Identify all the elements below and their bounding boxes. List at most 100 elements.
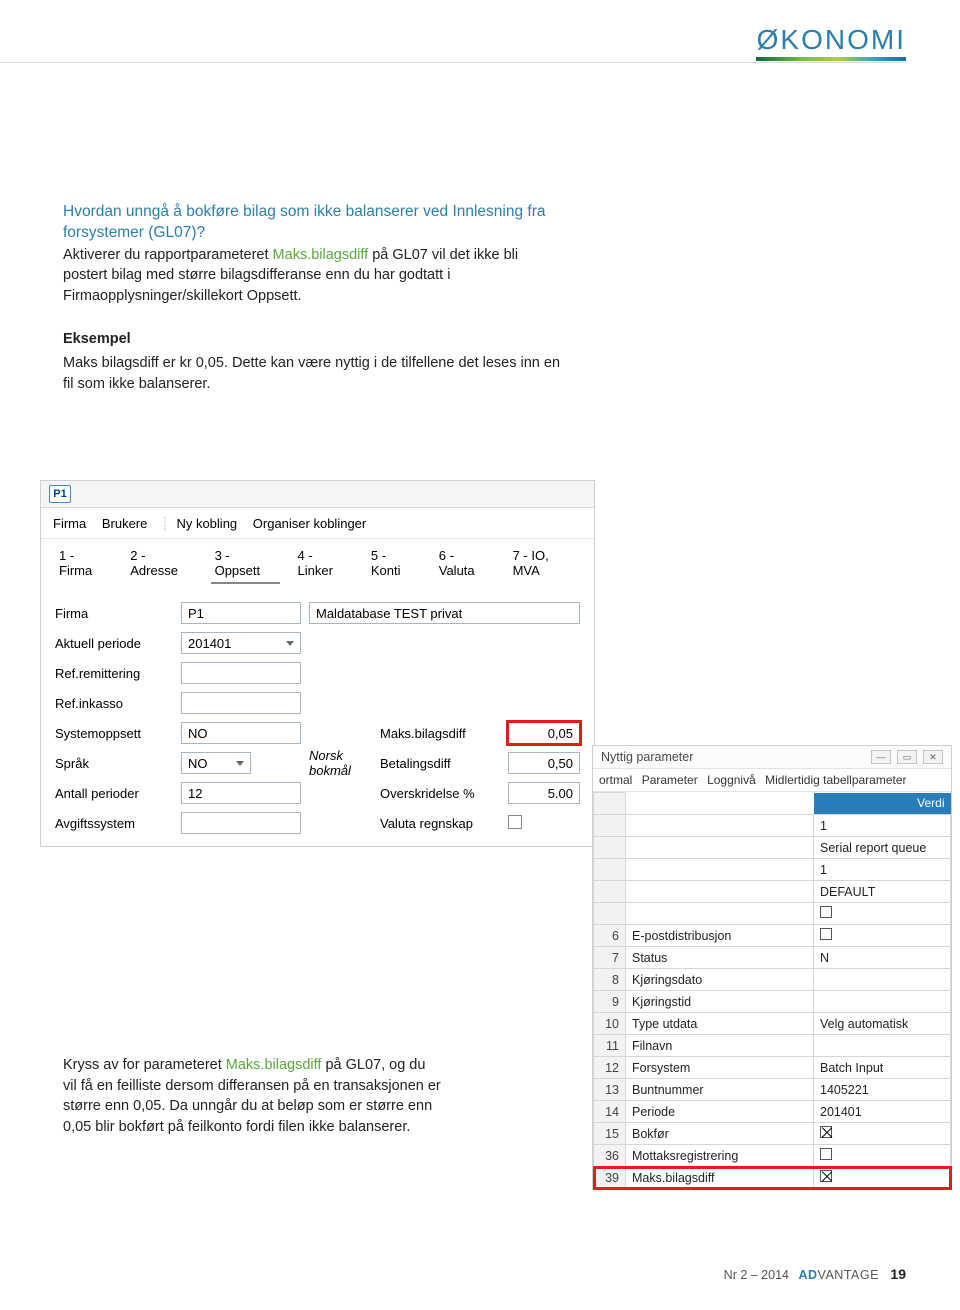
input-ref-remittering[interactable] (181, 662, 301, 684)
input-overskridelse[interactable]: 5.00 (508, 782, 580, 804)
param-value-cell[interactable] (814, 1145, 951, 1167)
tab-parameter[interactable]: Parameter (642, 773, 698, 787)
label-systemoppsett: Systemoppsett (55, 726, 173, 741)
accent-bar (756, 57, 906, 61)
param-value-cell[interactable] (814, 1035, 951, 1057)
paragraph: Aktiverer du rapportparameteret Maks.bil… (63, 245, 563, 307)
tab-midlertidig[interactable]: Midlertidig tabellparameter (765, 773, 906, 787)
param-value-cell[interactable]: Serial report queue (814, 837, 951, 859)
checkbox-valuta-regnskap[interactable] (508, 815, 522, 829)
param-value-cell[interactable]: Velg automatisk (814, 1013, 951, 1035)
label-avgiftssystem: Avgiftssystem (55, 816, 173, 831)
param-value-cell[interactable] (814, 903, 951, 925)
article-body-top: Hvordan unngå å bokføre bilag som ikke b… (63, 202, 563, 398)
param-value-cell[interactable] (814, 1167, 951, 1189)
row-number: 10 (594, 1013, 626, 1035)
input-avgiftssystem[interactable] (181, 812, 301, 834)
tab-oppsett[interactable]: 3 - Oppsett (211, 545, 280, 584)
input-firma-name[interactable]: Maldatabase TEST privat (309, 602, 580, 624)
section-header: ØKONOMI (757, 24, 906, 56)
checkbox[interactable] (820, 906, 832, 918)
param-value-cell[interactable]: 1 (814, 859, 951, 881)
p1-icon: P1 (49, 485, 71, 503)
tab-ortmal[interactable]: ortmal (599, 773, 632, 787)
input-maks-bilagsdiff[interactable]: 0,05 (508, 722, 580, 744)
menu-ny-kobling[interactable]: Ny kobling (176, 516, 237, 531)
label-aktuell-periode: Aktuell periode (55, 636, 173, 651)
row-number: 14 (594, 1101, 626, 1123)
param-value-cell[interactable] (814, 1123, 951, 1145)
row-number (594, 837, 626, 859)
param-value-cell[interactable]: 201401 (814, 1101, 951, 1123)
menu-organiser[interactable]: Organiser koblinger (253, 516, 366, 531)
tab-io-mva[interactable]: 7 - IO, MVA (509, 545, 580, 584)
param-name-cell: Buntnummer (626, 1079, 814, 1101)
tab-adresse[interactable]: 2 - Adresse (126, 545, 196, 584)
titlebar: P1 (41, 481, 594, 508)
param-value-cell[interactable]: 1405221 (814, 1079, 951, 1101)
divider (0, 62, 906, 63)
label-overskridelse: Overskridelse % (380, 786, 500, 801)
row-number: 11 (594, 1035, 626, 1057)
param-value-cell[interactable]: N (814, 947, 951, 969)
row-number: 15 (594, 1123, 626, 1145)
maximize-icon[interactable]: ▭ (897, 750, 917, 764)
tab-firma[interactable]: 1 - Firma (55, 545, 112, 584)
label-ref-remittering: Ref.remittering (55, 666, 173, 681)
titlebar: Nyttig parameter — ▭ ✕ (593, 746, 951, 769)
example-heading: Eksempel (63, 329, 563, 350)
page-footer: Nr 2 – 2014 ADVANTAGE 19 (724, 1266, 906, 1282)
param-name-cell: Filnavn (626, 1035, 814, 1057)
minimize-icon[interactable]: — (871, 750, 891, 764)
input-aktuell-periode[interactable]: 201401 (181, 632, 301, 654)
label-maks-bilagsdiff: Maks.bilagsdiff (380, 726, 500, 741)
param-name-cell: Type utdata (626, 1013, 814, 1035)
param-name: Maks.bilagsdiff (273, 247, 369, 263)
menu-firma[interactable]: Firma (53, 516, 86, 531)
form-body: Firma P1 Maldatabase TEST privat Aktuell… (41, 584, 594, 846)
param-name-cell: Bokfør (626, 1123, 814, 1145)
param-name-cell: E-postdistribusjon (626, 925, 814, 947)
param-value-cell[interactable] (814, 991, 951, 1013)
label-sprak: Språk (55, 756, 173, 771)
label-firma: Firma (55, 606, 173, 621)
input-ref-inkasso[interactable] (181, 692, 301, 714)
example-body: Maks bilagsdiff er kr 0,05. Dette kan væ… (63, 353, 563, 394)
tab-linker[interactable]: 4 - Linker (294, 545, 353, 584)
param-value-cell[interactable]: 1 (814, 815, 951, 837)
param-value-cell[interactable]: DEFAULT (814, 881, 951, 903)
param-value-cell[interactable] (814, 925, 951, 947)
checkbox[interactable] (820, 928, 832, 940)
checkbox[interactable] (820, 1170, 832, 1182)
input-sprak[interactable]: NO (181, 752, 251, 774)
param-name-cell (626, 837, 814, 859)
input-firma-code[interactable]: P1 (181, 602, 301, 624)
param-name-cell (626, 815, 814, 837)
app-window-parameter: Nyttig parameter — ▭ ✕ ortmal Parameter … (592, 745, 952, 1190)
param-name-cell (626, 903, 814, 925)
row-number: 6 (594, 925, 626, 947)
input-systemoppsett[interactable]: NO (181, 722, 301, 744)
param-name-cell: Forsystem (626, 1057, 814, 1079)
input-antall-perioder[interactable]: 12 (181, 782, 301, 804)
row-number: 8 (594, 969, 626, 991)
param-value-cell[interactable] (814, 969, 951, 991)
tab-konti[interactable]: 5 - Konti (367, 545, 421, 584)
input-betalingsdiff[interactable]: 0,50 (508, 752, 580, 774)
row-number: 36 (594, 1145, 626, 1167)
param-name-cell: Periode (626, 1101, 814, 1123)
param-value-cell[interactable]: Batch Input (814, 1057, 951, 1079)
close-icon[interactable]: ✕ (923, 750, 943, 764)
param-name-cell (626, 859, 814, 881)
tab-valuta[interactable]: 6 - Valuta (435, 545, 495, 584)
param-name-cell (626, 881, 814, 903)
parameter-grid: Verdi 1Serial report queue1DEFAULT6E-pos… (593, 792, 951, 1189)
param-name-cell: Kjøringstid (626, 991, 814, 1013)
menu-brukere[interactable]: Brukere (102, 516, 148, 531)
checkbox[interactable] (820, 1148, 832, 1160)
text-sprak-name: Norsk bokmål (309, 748, 372, 778)
row-number: 9 (594, 991, 626, 1013)
tab-loggniva[interactable]: Loggnivå (707, 773, 756, 787)
checkbox[interactable] (820, 1126, 832, 1138)
row-number (594, 859, 626, 881)
